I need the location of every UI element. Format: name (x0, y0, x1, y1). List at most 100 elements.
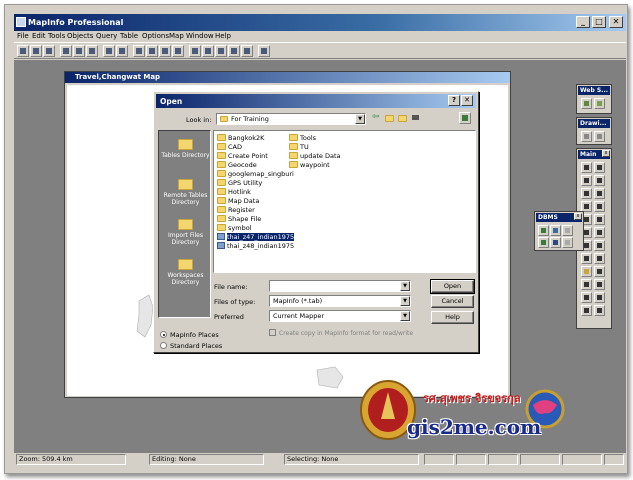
list-item[interactable]: update Data (289, 152, 341, 161)
paste-icon[interactable] (159, 45, 171, 57)
list-item[interactable]: Geocode (217, 161, 257, 170)
grabber-hand-icon[interactable] (594, 227, 605, 238)
dbms-tool-5-icon[interactable] (550, 237, 561, 248)
radio-mapinfo-places[interactable]: MapInfo Places (160, 331, 219, 339)
preferred-select[interactable]: Current Mapper ▼ (269, 310, 411, 322)
new-grapher-icon[interactable] (215, 45, 227, 57)
dbms-open-icon[interactable] (538, 225, 549, 236)
legend-icon[interactable] (594, 279, 605, 290)
new-icon[interactable] (17, 45, 29, 57)
menu-options[interactable]: Options (142, 32, 169, 40)
drawing-tool-2-icon[interactable] (594, 131, 605, 142)
unselect-icon[interactable] (594, 188, 605, 199)
menu-query[interactable]: Query (96, 32, 117, 40)
menu-help[interactable]: Help (215, 32, 231, 40)
cancel-button[interactable]: Cancel (431, 295, 474, 308)
dialog-help-button[interactable]: ? (448, 95, 460, 106)
new-browser-icon[interactable] (189, 45, 201, 57)
create-copy-checkbox[interactable]: Create copy in MapInfo format for read/w… (269, 329, 413, 337)
menu-edit[interactable]: Edit (32, 32, 46, 40)
dbms-tool-6-icon[interactable] (562, 237, 573, 248)
place-import-files[interactable]: Import Files Directory (159, 219, 212, 246)
show-statistics-icon[interactable] (581, 292, 592, 303)
new-folder-icon[interactable] (397, 113, 409, 125)
marquee-select-icon[interactable] (594, 162, 605, 173)
radius-select-icon[interactable] (581, 175, 592, 186)
zoom-out-icon[interactable] (594, 214, 605, 225)
polygon-select-icon[interactable] (594, 175, 605, 186)
place-remote-tables[interactable]: Remote Tables Directory (159, 179, 212, 206)
dbms-connect-icon[interactable] (459, 112, 471, 124)
back-icon[interactable]: ⇦ (371, 112, 383, 125)
file-name-input[interactable]: ▼ (269, 280, 411, 292)
chevron-down-icon[interactable]: ▼ (400, 296, 410, 306)
chevron-down-icon[interactable]: ▼ (400, 281, 410, 291)
list-item-selected[interactable]: thai_z47_indian1975 (217, 233, 295, 242)
drawing-tool-icon[interactable] (581, 131, 592, 142)
list-item[interactable]: Hotlink (217, 188, 251, 197)
layout-icon[interactable] (594, 305, 605, 316)
dialog-close-button[interactable]: ✕ (461, 95, 473, 106)
radio-standard-places[interactable]: Standard Places (160, 342, 222, 350)
up-folder-icon[interactable] (384, 113, 396, 125)
dbms-tool-3-icon[interactable] (562, 225, 573, 236)
files-of-type-select[interactable]: MapInfo (*.tab) ▼ (269, 295, 411, 307)
drag-map-icon[interactable] (594, 253, 605, 264)
close-button[interactable]: ✕ (609, 16, 623, 28)
save-table-icon[interactable] (73, 45, 85, 57)
list-item[interactable]: TU (289, 143, 309, 152)
list-item[interactable]: Tools (289, 134, 316, 143)
maximize-button[interactable]: □ (592, 16, 606, 28)
list-item[interactable]: googlemap_singburi (217, 170, 294, 179)
dbms-refresh-icon[interactable] (550, 225, 561, 236)
list-item[interactable]: Shape File (217, 215, 261, 224)
list-item[interactable]: GPS Utility (217, 179, 262, 188)
main-palette-close-icon[interactable]: x (602, 150, 610, 157)
chevron-down-icon[interactable]: ▼ (400, 311, 410, 321)
web-service-tool-2-icon[interactable] (594, 98, 605, 109)
list-item[interactable]: Map Data (217, 197, 259, 206)
help-button[interactable]: Help (431, 311, 474, 324)
new-layout-icon[interactable] (228, 45, 240, 57)
select-arrow-icon[interactable] (581, 162, 592, 173)
copy-icon[interactable] (146, 45, 158, 57)
chevron-down-icon[interactable]: ▼ (355, 114, 365, 124)
menu-map[interactable]: Map (169, 32, 184, 40)
statistics-icon[interactable] (581, 279, 592, 290)
web-service-tool-icon[interactable] (581, 98, 592, 109)
place-workspaces[interactable]: Workspaces Directory (159, 259, 212, 286)
open-icon[interactable] (30, 45, 42, 57)
list-item[interactable]: symbol (217, 224, 251, 233)
ruler-icon[interactable] (581, 266, 592, 277)
list-item[interactable]: Register (217, 206, 255, 215)
hotlink-icon[interactable] (594, 240, 605, 251)
save-icon[interactable] (43, 45, 55, 57)
label-tool-icon[interactable] (581, 253, 592, 264)
clip-region-icon[interactable] (581, 305, 592, 316)
open-button[interactable]: Open (430, 279, 475, 294)
layer-control-icon[interactable] (594, 266, 605, 277)
dbms-palette-close-icon[interactable]: x (574, 213, 582, 220)
place-tables-directory[interactable]: Tables Directory (159, 139, 212, 159)
sum-icon[interactable] (594, 292, 605, 303)
list-item[interactable]: waypoint (289, 161, 330, 170)
help-icon[interactable] (258, 45, 270, 57)
list-item[interactable]: Create Point (217, 152, 268, 161)
list-item[interactable]: thai_z48_indian1975 (217, 242, 294, 251)
dbms-tool-4-icon[interactable] (538, 237, 549, 248)
menu-tools[interactable]: Tools (48, 32, 65, 40)
look-in-combo[interactable]: For Training ▼ (216, 113, 366, 125)
open-table-icon[interactable] (60, 45, 72, 57)
new-redistricter-icon[interactable] (241, 45, 253, 57)
file-list[interactable]: Bangkok2K CAD Create Point Geocode googl… (213, 130, 476, 273)
new-mapper-icon[interactable] (202, 45, 214, 57)
menu-table[interactable]: Table (120, 32, 138, 40)
list-item[interactable]: Bangkok2K (217, 134, 264, 143)
boundary-select-icon[interactable] (581, 188, 592, 199)
close-table-icon[interactable] (86, 45, 98, 57)
print-icon[interactable] (116, 45, 128, 57)
save-workspace-icon[interactable] (103, 45, 115, 57)
menu-file[interactable]: File (17, 32, 29, 40)
graph-select-icon[interactable] (594, 201, 605, 212)
minimize-button[interactable]: _ (576, 16, 590, 28)
